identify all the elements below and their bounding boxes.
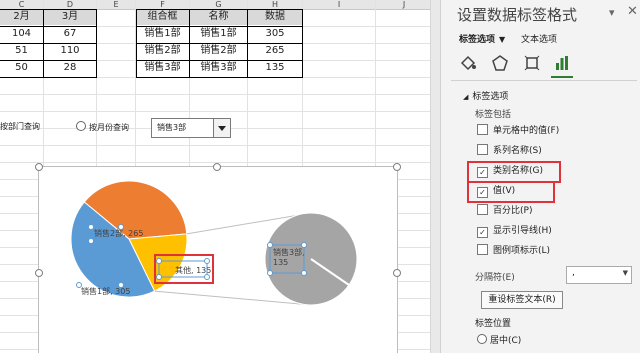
- chart-resize-handle[interactable]: [393, 269, 401, 277]
- collapse-triangle-icon: ◢: [463, 93, 469, 101]
- label-selection-handle[interactable]: [88, 238, 94, 244]
- column-header-j[interactable]: J: [376, 0, 432, 10]
- dept-query-label: 按部门查询: [0, 122, 40, 131]
- label-selection-handle[interactable]: [204, 274, 210, 280]
- section-header-label-options[interactable]: ◢ 标签选项: [463, 89, 508, 102]
- table2-cell[interactable]: 265: [248, 43, 302, 59]
- label-selection-handle[interactable]: [118, 282, 124, 288]
- label-selection-handle[interactable]: [76, 282, 82, 288]
- pie-chart-area[interactable]: 销售2部, 265 其他, 135 销售1部, 305 销售3部, 135: [38, 166, 398, 353]
- table1-header[interactable]: 2月: [0, 9, 43, 25]
- label-selection-handle[interactable]: [301, 242, 307, 248]
- table2-cell[interactable]: 305: [248, 26, 302, 42]
- reset-label-text-button[interactable]: 重设标签文本(R): [481, 291, 563, 309]
- table1-cell[interactable]: 51: [0, 43, 43, 59]
- table2-cell[interactable]: 135: [248, 60, 302, 76]
- fill-line-icon[interactable]: [459, 54, 477, 72]
- checkbox-label: 显示引导线(H): [493, 226, 552, 236]
- label-selection-handle[interactable]: [156, 258, 162, 264]
- highlight-value: [467, 181, 555, 203]
- checkbox-icon: [477, 204, 488, 215]
- combo-value: 销售3部: [157, 123, 187, 132]
- table2-header[interactable]: 数据: [248, 9, 302, 25]
- tab-text-options[interactable]: 文本选项: [521, 32, 557, 45]
- effects-icon[interactable]: [491, 54, 509, 72]
- chevron-down-icon: ▼: [499, 35, 506, 44]
- pane-options-icon[interactable]: ▾: [609, 6, 615, 19]
- close-icon[interactable]: ✕: [627, 4, 638, 19]
- checkbox-legend-key[interactable]: 图例项标示(L): [477, 244, 550, 258]
- table2-cell[interactable]: 销售2部: [136, 43, 189, 59]
- label-selection-handle[interactable]: [267, 270, 273, 276]
- checkbox-label: 系列名称(S): [493, 146, 542, 156]
- tab-label-options-label: 标签选项: [459, 35, 496, 45]
- label-position-heading: 标签位置: [475, 319, 512, 329]
- table1-cell[interactable]: 28: [44, 60, 96, 76]
- chart-resize-handle[interactable]: [35, 269, 43, 277]
- data-label-1[interactable]: 其他, 135: [175, 265, 211, 275]
- separator-value: ,: [572, 268, 575, 278]
- radio-position-center[interactable]: 居中(C): [477, 334, 521, 348]
- checkbox-cell-value[interactable]: 单元格中的值(F): [477, 124, 559, 138]
- spreadsheet-area[interactable]: C D E F G H I J 2月 3月 104 67 51 110 50 2…: [0, 0, 432, 353]
- tab-label-options[interactable]: 标签选项 ▼: [459, 32, 505, 45]
- checkbox-label: 百分比(P): [493, 206, 533, 216]
- pie-of-pie-chart[interactable]: 销售2部, 265其他, 135销售1部, 305销售3部, 135: [39, 167, 397, 353]
- table1-cell[interactable]: 104: [0, 26, 43, 42]
- checkbox-label: 图例项标示(L): [493, 246, 551, 256]
- table2-cell[interactable]: 销售3部: [136, 60, 189, 76]
- data-label-2[interactable]: 销售1部, 305: [81, 286, 130, 296]
- separator-dropdown[interactable]: , ▼: [566, 266, 632, 284]
- label-options-bar-chart-icon[interactable]: [553, 54, 571, 72]
- label-selection-handle[interactable]: [156, 274, 162, 280]
- dropdown-arrow-icon: [218, 126, 226, 131]
- label-selection-handle[interactable]: [88, 224, 94, 230]
- month-query-option[interactable]: 按月份查询: [76, 121, 129, 134]
- table2-cell[interactable]: 销售1部: [190, 26, 247, 42]
- chart-resize-handle[interactable]: [393, 163, 401, 171]
- table1-cell[interactable]: 67: [44, 26, 96, 42]
- label-selection-handle[interactable]: [301, 270, 307, 276]
- format-data-labels-pane: 设置数据标签格式 ▾ ✕ 标签选项 ▼ 文本选项 ◢ 标签选项 标签包括 单元格中的…: [440, 0, 640, 353]
- month-query-label: 按月份查询: [89, 123, 129, 132]
- table2-cell[interactable]: 销售3部: [190, 60, 247, 76]
- label-selection-handle[interactable]: [267, 242, 273, 248]
- table1-header[interactable]: 3月: [44, 9, 96, 25]
- pane-title: 设置数据标签格式: [457, 6, 578, 24]
- checkmark-icon: ✓: [477, 227, 488, 238]
- checkbox-series-name[interactable]: 系列名称(S): [477, 144, 542, 158]
- highlight-category-name: [467, 161, 561, 183]
- chevron-down-icon: ▼: [622, 269, 628, 277]
- table2-header[interactable]: 名称: [190, 9, 247, 25]
- chart-resize-handle[interactable]: [213, 163, 221, 171]
- table1-cell[interactable]: 50: [0, 60, 43, 76]
- table2-cell[interactable]: 销售2部: [190, 43, 247, 59]
- size-properties-icon[interactable]: [523, 54, 541, 72]
- radio-label: 居中(C): [490, 336, 522, 346]
- label-selection-handle[interactable]: [118, 224, 124, 230]
- label-includes-heading: 标签包括: [475, 110, 512, 120]
- chart-resize-handle[interactable]: [35, 163, 43, 171]
- data-label-0[interactable]: 销售2部, 265: [94, 228, 143, 238]
- month-radio-icon[interactable]: [76, 121, 86, 131]
- section-title: 标签选项: [472, 92, 509, 102]
- checkbox-label: 单元格中的值(F): [493, 126, 560, 136]
- separator-label: 分隔符(E): [475, 273, 515, 283]
- column-header-e[interactable]: E: [97, 0, 136, 10]
- combo-dropdown-button[interactable]: [213, 119, 230, 137]
- dept-query-option[interactable]: 按部门查询: [0, 121, 40, 133]
- table2-header[interactable]: 组合框: [136, 9, 189, 25]
- checkbox-percentage[interactable]: 百分比(P): [477, 204, 532, 218]
- checkbox-icon: [477, 244, 488, 255]
- label-selection-handle[interactable]: [204, 258, 210, 264]
- checkbox-leader-lines[interactable]: ✓ 显示引导线(H): [477, 224, 552, 238]
- table2-cell[interactable]: 销售1部: [136, 26, 189, 42]
- department-combo-box[interactable]: 销售3部: [151, 118, 231, 138]
- table1-cell[interactable]: 110: [44, 43, 96, 59]
- checkbox-icon: [477, 124, 488, 135]
- column-header-i[interactable]: I: [303, 0, 376, 10]
- checkbox-icon: [477, 144, 488, 155]
- radio-icon: [477, 334, 487, 344]
